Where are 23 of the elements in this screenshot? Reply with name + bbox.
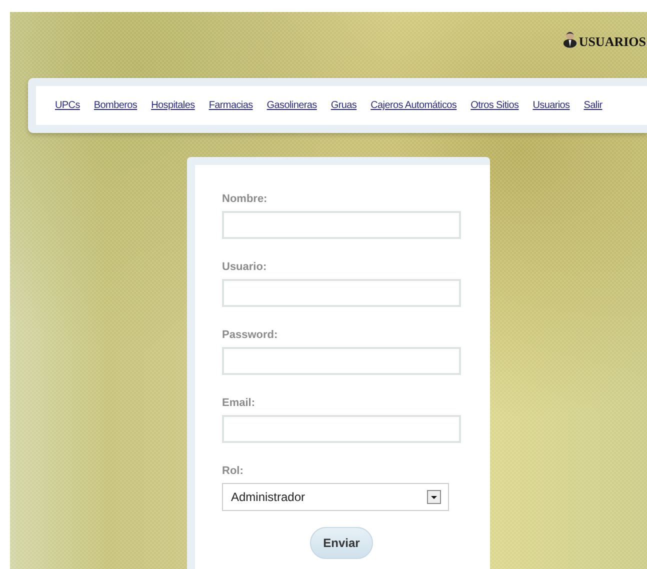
nav-link[interactable]: Gasolineras <box>266 100 317 111</box>
role-dropdown[interactable]: Administrador <box>222 483 449 511</box>
nav-link[interactable]: UPCs <box>55 100 80 111</box>
nav-link[interactable]: Farmacias <box>208 100 253 111</box>
nav-link[interactable]: Gruas <box>330 100 357 111</box>
field-label: Rol: <box>222 465 244 477</box>
nav-link[interactable]: Hospitales <box>151 100 195 111</box>
nav-link[interactable]: Bomberos <box>94 100 138 111</box>
page-title: USUARIOS <box>578 34 646 50</box>
nav-link[interactable]: Usuarios <box>532 100 570 111</box>
user-icon <box>562 30 577 48</box>
submit-button[interactable]: Enviar <box>310 527 373 559</box>
input-field[interactable] <box>222 211 461 239</box>
input-field[interactable] <box>222 347 461 375</box>
field-label: Password: <box>222 329 279 341</box>
input-field[interactable] <box>222 279 461 307</box>
field-label: Nombre: <box>222 193 268 205</box>
input-field[interactable] <box>222 415 461 443</box>
field-label: Usuario: <box>222 261 268 273</box>
nav-link[interactable]: Otros Sitios <box>470 100 519 111</box>
nav-link[interactable]: Salir <box>584 100 602 111</box>
nav-link[interactable]: Cajeros Automáticos <box>370 100 457 111</box>
field-label: Email: <box>222 397 256 409</box>
